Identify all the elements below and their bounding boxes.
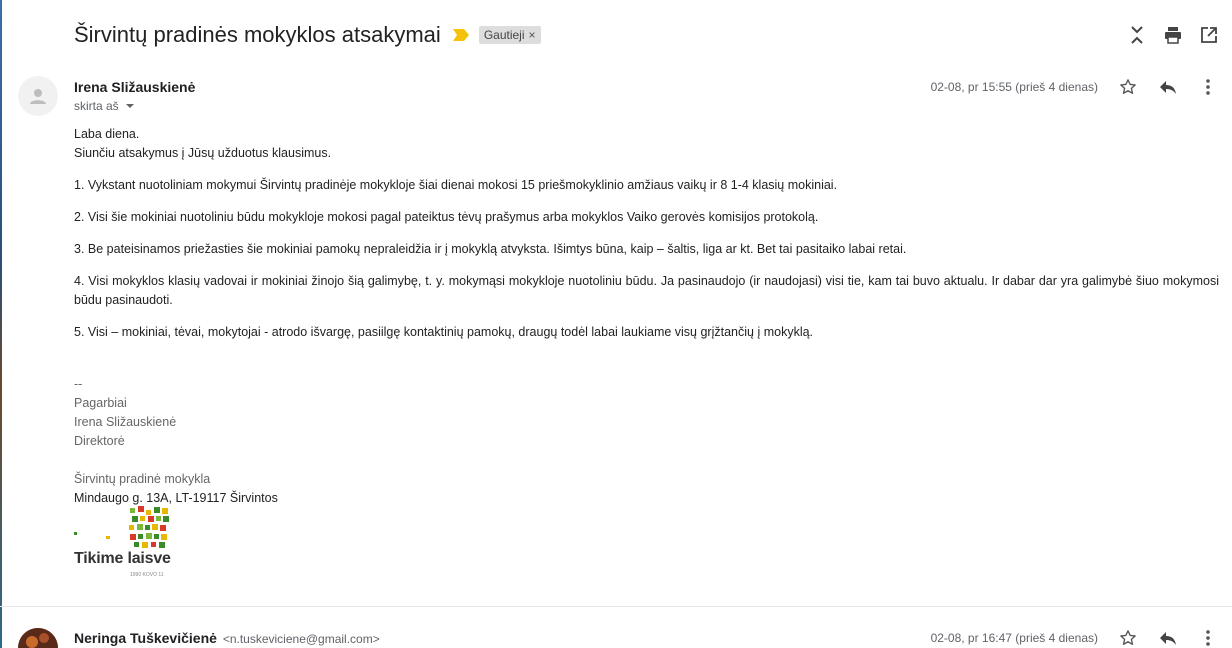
star-icon[interactable]: [1118, 77, 1138, 97]
logo-text: Tikime laisve: [74, 550, 171, 567]
email-signature: -- Pagarbiai Irena Sližauskienė Direktor…: [74, 375, 278, 508]
intro-text: Siunčiu atsakymus į Jūsų užduotus klausi…: [74, 146, 332, 160]
more-options-icon[interactable]: [1198, 77, 1218, 97]
star-icon[interactable]: [1118, 628, 1138, 648]
more-options-icon[interactable]: [1198, 628, 1218, 648]
open-in-new-window-icon[interactable]: [1200, 24, 1218, 46]
print-icon[interactable]: [1164, 24, 1182, 46]
window-edge: [0, 0, 2, 648]
recipient-text: skirta aš: [74, 99, 119, 113]
email-subject: Širvintų pradinės mokyklos atsakymai: [74, 22, 441, 47]
sender-name[interactable]: Irena Sližauskienė: [74, 79, 195, 95]
greeting-text: Laba diena.: [74, 127, 140, 141]
sender-name-text: Neringa Tuškevičienė: [74, 630, 217, 646]
thread-actions: [1128, 24, 1218, 46]
signature-school: Širvintų pradinė mokykla: [74, 472, 211, 486]
message-actions: [1118, 628, 1218, 648]
sender-avatar[interactable]: [18, 628, 58, 648]
profile-photo-icon: [18, 628, 58, 648]
subject-bar: Širvintų pradinės mokyklos atsakymai Gau…: [74, 18, 541, 52]
message-divider: [0, 606, 1232, 607]
answer-item: 1. Vykstant nuotoliniam mokymui Širvintų…: [74, 178, 838, 192]
message-body: Laba diena. Siunčiu atsakymus į Jūsų užd…: [74, 125, 1219, 342]
message-actions: [1118, 77, 1218, 97]
signature-position: Direktorė: [74, 434, 125, 448]
answer-item: 3. Be pateisinamos priežasties šie mokin…: [74, 242, 907, 256]
message-date: 02-08, pr 16:47 (prieš 4 dienas): [930, 631, 1098, 645]
reply-icon[interactable]: [1158, 628, 1178, 648]
collapse-all-icon[interactable]: [1128, 24, 1146, 46]
signature-separator: --: [74, 377, 83, 391]
default-person-icon: [30, 89, 46, 104]
sender-avatar[interactable]: [18, 76, 58, 116]
inbox-label-chip[interactable]: Gautieji ×: [478, 26, 541, 44]
answer-item: 2. Visi šie mokiniai nuotoliniu būdu mok…: [74, 210, 819, 224]
logo-subtext: 1990 KOVO 11: [130, 572, 164, 578]
tikime-laisve-logo: Tikime laisve 1990 KOVO 11: [74, 506, 174, 582]
show-details-caret-icon[interactable]: [125, 104, 134, 108]
answer-item: 4. Visi mokyklos klasių vadovai ir mokin…: [74, 274, 1219, 307]
recipient-details[interactable]: skirta aš: [74, 99, 134, 113]
sender-email: <n.tuskeviciene@gmail.com>: [222, 632, 380, 646]
sender-name[interactable]: Neringa Tuškevičienė <n.tuskeviciene@gma…: [74, 630, 380, 646]
remove-label-icon[interactable]: ×: [529, 28, 536, 42]
message-date: 02-08, pr 15:55 (prieš 4 dienas): [930, 80, 1098, 94]
reply-icon[interactable]: [1158, 77, 1178, 97]
inbox-label-text: Gautieji: [483, 28, 525, 42]
importance-marker-icon[interactable]: [452, 29, 469, 41]
signature-name: Irena Sližauskienė: [74, 415, 177, 429]
signature-regards: Pagarbiai: [74, 396, 127, 410]
answer-item: 5. Visi – mokiniai, tėvai, mokytojai - a…: [74, 325, 814, 339]
logo-mosaic-icon: [74, 506, 169, 548]
